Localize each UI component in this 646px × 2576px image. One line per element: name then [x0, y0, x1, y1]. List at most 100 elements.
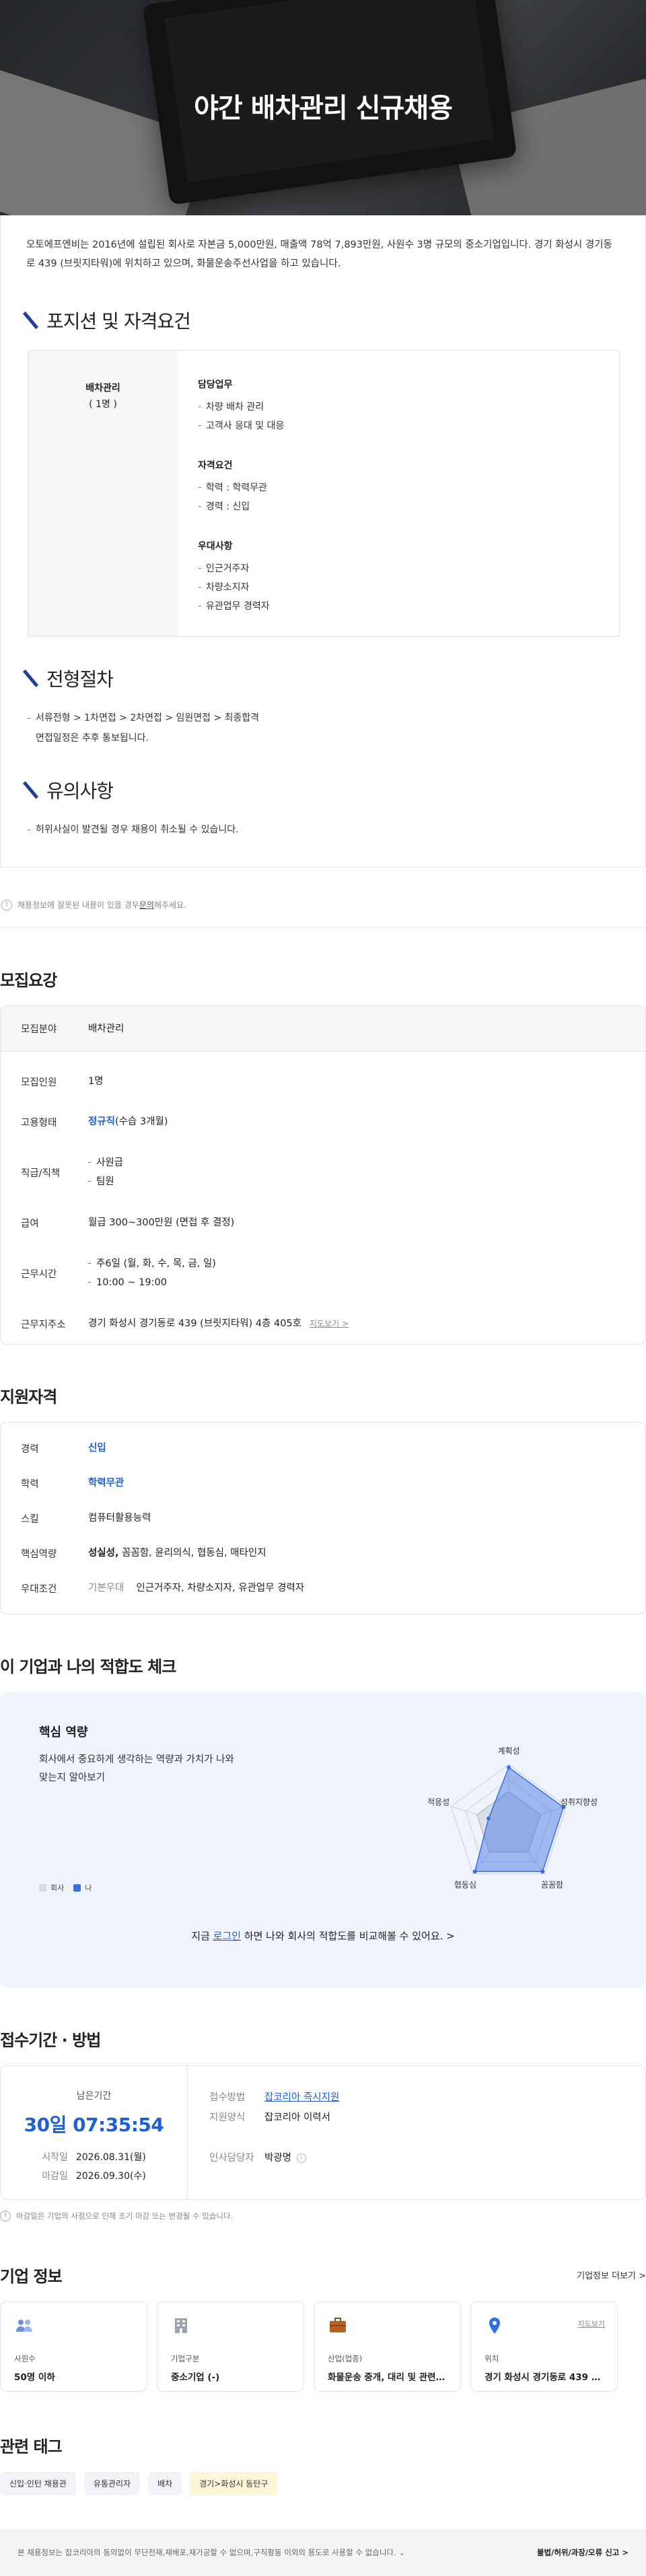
- qual-value-basic: 기본우대: [88, 1583, 124, 1594]
- qual-row-value: 학력무관: [88, 1474, 625, 1492]
- position-group-item: 차량소지자: [198, 578, 600, 597]
- qual-row-value: 기본우대 인근거주자, 차량소지자, 유관업무 경력자: [88, 1579, 625, 1597]
- company-card: 위치경기 화성시 경기동로 439 (브릿... 지도보기: [470, 2301, 618, 2392]
- recruit-row: 근무시간 주6일 (월, 화, 수, 목, 금, 일) 10:00 ~ 19:00: [1, 1243, 645, 1303]
- recruit-row-value: 1명: [88, 1073, 625, 1090]
- company-card-value: 경기 화성시 경기동로 439 (브릿...: [485, 2372, 604, 2383]
- position-group-title: 자격요건: [198, 460, 233, 471]
- recruit-value-text: 1명: [88, 1076, 104, 1087]
- fit-radar-chart: 계획성성취지향성꼼꼼함 협동심 적응성: [427, 1746, 598, 1890]
- deadline-notice: ! 마감일은 기업의 사정으로 인해 조기 마감 또는 변경될 수 있습니다.: [0, 2211, 646, 2221]
- company-card-label: 사원수: [14, 2354, 36, 2363]
- footer-copyright[interactable]: 본 채용정보는 잡코리아의 동의없이 무단전재,재배포,재가공할 수 없으며,구…: [17, 2547, 405, 2558]
- recruit-value-text: 월급 300~300만원 (면접 후 결정): [88, 1217, 235, 1228]
- qual-row-key: 우대조건: [21, 1583, 57, 1595]
- company-intro: 오토에프엔비는 2016년에 설립된 회사로 자본금 5,000만원, 매출액 …: [26, 240, 612, 269]
- qual-value-text: 꼼꼼함, 윤리의식, 협동심, 매타인지: [118, 1548, 266, 1559]
- company-card-value: 중소기업 (-): [171, 2372, 220, 2383]
- recruit-row-value: 주6일 (월, 화, 수, 목, 금, 일) 10:00 ~ 19:00: [88, 1254, 625, 1292]
- map-link[interactable]: 지도보기 >: [310, 1319, 349, 1328]
- recruit-value-item: 주6일 (월, 화, 수, 목, 금, 일): [88, 1254, 625, 1273]
- tag-item[interactable]: 배차: [148, 2472, 182, 2495]
- position-group-item: 유관업무 경력자: [198, 597, 600, 616]
- position-group-item: 차량 배차 관리: [198, 398, 600, 417]
- company-card-value: 화물운송 중개, 대리 및 관련 서비...: [328, 2372, 447, 2383]
- position-group-item: 학력 : 학력무관: [198, 478, 600, 497]
- radar-me-point: [540, 1869, 545, 1874]
- login-link[interactable]: 로그인: [213, 1930, 241, 1942]
- fit-login-cta: 지금 로그인 하면 나와 회사의 적합도를 비교해볼 수 있어요. >: [191, 1930, 455, 1942]
- qual-row-key: 학력: [21, 1478, 39, 1490]
- hr-info-icon[interactable]: i: [297, 2153, 307, 2163]
- recruit-row-value: 정규직(수습 3개월): [88, 1113, 625, 1131]
- recruit-card: 모집분야 배차관리 모집인원 1명 고용형태 정규직(수습 3개월) 직급/직책 사원급 팀원 급…: [0, 1005, 646, 1345]
- radar-me-point: [487, 1816, 491, 1821]
- qual-row-key: 핵심역량: [21, 1548, 57, 1560]
- position-group-title: 담당업무: [198, 380, 233, 390]
- recruit-value-item: 팀원: [88, 1172, 625, 1191]
- fit-legend: 회사 나: [39, 1882, 92, 1893]
- report-link[interactable]: 불법/허위/과장/오류 신고 >: [537, 2547, 629, 2558]
- company-cards: 사원수 50명 이하 기업구분 중소기업 (-) 산업(업종) 화물운송 중개, 대리 및…: [0, 2301, 646, 2392]
- building-icon: [171, 2317, 191, 2334]
- process-section-title: 전형절차: [26, 665, 620, 692]
- company-more-link[interactable]: 기업정보 더보기 >: [577, 2268, 646, 2281]
- legend-company-swatch: [39, 1884, 46, 1892]
- tag-item[interactable]: 유통관리자: [83, 2472, 141, 2495]
- qual-title: 지원자격: [0, 1388, 57, 1406]
- fit-title: 이 기업과 나의 적합도 체크: [0, 1657, 176, 1676]
- recruit-row-key: 모집인원: [21, 1077, 57, 1088]
- hero-title: 야간 배차관리 신규채용: [194, 93, 453, 124]
- qual-value-bold: 성실성,: [88, 1548, 119, 1559]
- apply-remaining: 남은기간 30일 07:35:54 시작일 2026.08.31(월) 마감일 20…: [1, 2066, 188, 2199]
- apply-methods: 접수방법 잡코리아 즉시지원 지원양식 잡코리아 이력서 인사담당자 박광명 i: [209, 2092, 340, 2163]
- radar-axis-label: 꼼꼼함: [541, 1880, 563, 1890]
- info-icon: !: [1, 899, 12, 910]
- apply-card: 남은기간 30일 07:35:54 시작일 2026.08.31(월) 마감일 20…: [0, 2065, 646, 2200]
- inquiry-link[interactable]: 문의: [139, 899, 154, 910]
- tag-list: 신입·인턴 채용관 유통관리자 배차 경기>화성시 동탄구: [0, 2472, 646, 2495]
- position-group-title: 우대사항: [198, 541, 233, 552]
- qual-row: 스킬 컴퓨터활용능력: [1, 1501, 645, 1536]
- position-group-item: 고객사 응대 및 대응: [198, 417, 600, 435]
- tag-item[interactable]: 경기>화성시 동탄구: [190, 2472, 278, 2495]
- recruit-row-key: 모집분야: [21, 1024, 57, 1035]
- recruit-row: 근무지주소 경기 화성시 경기동로 439 (브릿지타워) 4층 405호 지도보기…: [1, 1303, 645, 1344]
- recruit-row: 직급/직책 사원급 팀원: [1, 1142, 645, 1203]
- recruit-row-key: 근무시간: [21, 1268, 57, 1280]
- recruit-row: 급여 월급 300~300만원 (면접 후 결정): [1, 1203, 645, 1243]
- instant-apply-link[interactable]: 잡코리아 즉시지원: [264, 2092, 339, 2103]
- section-slash-icon: [26, 312, 37, 329]
- location-icon: [485, 2317, 505, 2334]
- position-group-item: 인근거주자: [198, 559, 600, 578]
- recruit-row: 모집분야 배차관리: [1, 1006, 645, 1052]
- position-section-title: 포지션 및 자격요건: [26, 307, 620, 334]
- detail-body: 오토에프엔비는 2016년에 설립된 회사로 자본금 5,000만원, 매출액 …: [0, 215, 646, 867]
- job-posting-page: 야간 배차관리 신규채용 오토에프엔비는 2016년에 설립된 회사로 자본금 …: [0, 0, 646, 2576]
- info-icon: !: [0, 2211, 11, 2221]
- apply-dates: 시작일 2026.08.31(월) 마감일 2026.09.30(수): [42, 2152, 146, 2182]
- company-card-label: 기업구분: [171, 2354, 200, 2363]
- recruit-row: 모집인원 1명: [1, 1061, 645, 1102]
- position-table: 배차관리 ( 1명 ) 담당업무 차량 배차 관리 고객사 응대 및 대응 자격요건 학…: [28, 350, 620, 637]
- position-group-list: 인근거주자 차량소지자 유관업무 경력자: [198, 559, 600, 616]
- recruit-title: 모집요강: [0, 971, 57, 990]
- fit-desc: 회사에서 중요하게 생각하는 역량과 가치가 나와 맞는지 알아보기: [39, 1754, 234, 1783]
- position-group: 담당업무차량 배차 관리 고객사 응대 및 대응: [198, 378, 600, 435]
- qual-row: 경력 신입: [1, 1431, 645, 1466]
- recruit-value-item: 사원급: [88, 1153, 625, 1172]
- caution-section-title: 유의사항: [26, 777, 620, 803]
- recruit-row-value: 사원급 팀원: [88, 1153, 625, 1191]
- tag-item[interactable]: 신입·인턴 채용관: [0, 2472, 76, 2495]
- radar-axis-label: 성취지향성: [561, 1797, 598, 1807]
- recruit-value-text: 배차관리: [88, 1023, 124, 1034]
- section-slash-icon: [26, 781, 37, 799]
- apply-title: 접수기간 · 방법: [0, 2031, 101, 2050]
- qual-value-text: 컴퓨터활용능력: [88, 1513, 151, 1524]
- company-card: 산업(업종) 화물운송 중개, 대리 및 관련 서비...: [314, 2301, 461, 2392]
- report-notice: ! 채용정보에 잘못된 내용이 있을 경우 문의 해주세요.: [0, 867, 646, 928]
- radar-axis-label: 협동심: [454, 1880, 476, 1890]
- company-map-link[interactable]: 지도보기: [578, 2318, 605, 2329]
- qual-row-key: 스킬: [21, 1513, 39, 1525]
- recruit-row-value: 배차관리: [88, 1020, 625, 1038]
